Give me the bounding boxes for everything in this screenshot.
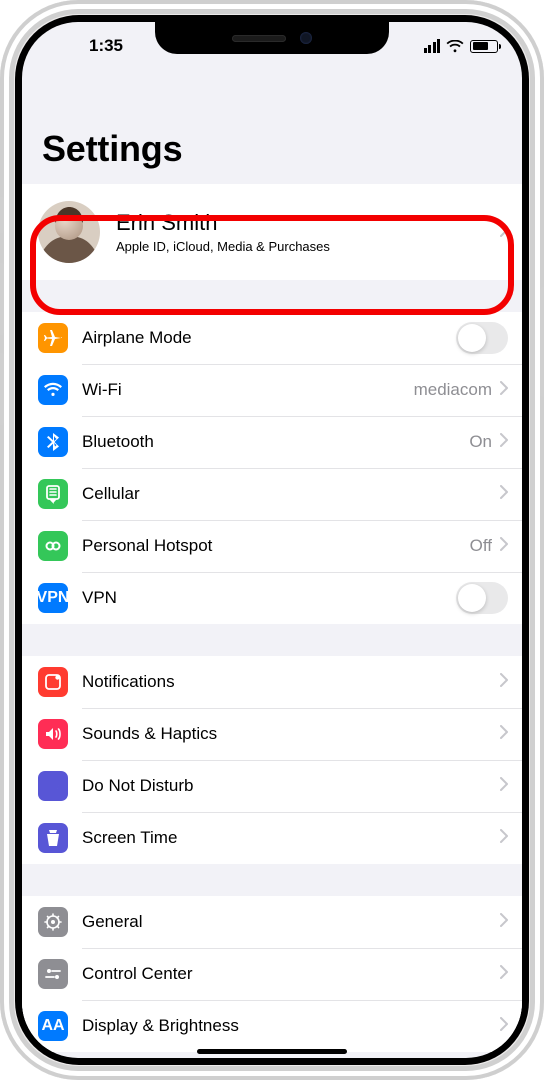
screen: 1:35 Settings	[22, 22, 522, 1058]
vpn-icon: VPN	[38, 583, 68, 613]
sounds-icon	[38, 719, 68, 749]
notifications-icon	[38, 667, 68, 697]
chevron-right-icon	[500, 537, 508, 556]
wifi-row[interactable]: Wi-Fi mediacom	[22, 364, 522, 416]
chevron-right-icon	[500, 913, 508, 932]
sounds-row[interactable]: Sounds & Haptics	[22, 708, 522, 760]
chevron-right-icon	[500, 1017, 508, 1036]
status-bar: 1:35	[22, 22, 522, 70]
page-title: Settings	[22, 70, 522, 182]
row-label: Display & Brightness	[82, 1016, 500, 1036]
dnd-icon	[38, 771, 68, 801]
chevron-right-icon	[500, 223, 508, 242]
hotspot-row[interactable]: Personal Hotspot Off	[22, 520, 522, 572]
apple-id-name: Erin Smith	[116, 210, 500, 236]
cellular-row[interactable]: Cellular	[22, 468, 522, 520]
controlcenter-row[interactable]: Control Center	[22, 948, 522, 1000]
focus-group: Notifications Sounds & Haptics Do Not Di…	[22, 656, 522, 864]
row-label: Airplane Mode	[82, 328, 456, 348]
notifications-row[interactable]: Notifications	[22, 656, 522, 708]
wifi-value: mediacom	[414, 380, 492, 400]
display-row[interactable]: AA Display & Brightness	[22, 1000, 522, 1052]
battery-icon	[470, 40, 498, 53]
vpn-row[interactable]: VPN VPN	[22, 572, 522, 624]
chevron-right-icon	[500, 673, 508, 692]
row-label: Wi-Fi	[82, 380, 414, 400]
row-label: Screen Time	[82, 828, 500, 848]
avatar	[38, 201, 100, 263]
status-time: 1:35	[46, 36, 166, 56]
chevron-right-icon	[500, 777, 508, 796]
hotspot-icon	[38, 531, 68, 561]
row-label: Sounds & Haptics	[82, 724, 500, 744]
chevron-right-icon	[500, 965, 508, 984]
row-label: Cellular	[82, 484, 500, 504]
chevron-right-icon	[500, 381, 508, 400]
system-group: General Control Center AA Display & Brig…	[22, 896, 522, 1052]
apple-id-group: Erin Smith Apple ID, iCloud, Media & Pur…	[22, 184, 522, 280]
airplane-icon	[38, 323, 68, 353]
airplane-toggle[interactable]	[456, 322, 508, 354]
device-frame: 1:35 Settings	[0, 0, 544, 1080]
content: Settings	[22, 70, 522, 1058]
wifi-icon	[446, 40, 464, 53]
bluetooth-icon	[38, 427, 68, 457]
hotspot-value: Off	[470, 536, 492, 556]
general-icon	[38, 907, 68, 937]
general-row[interactable]: General	[22, 896, 522, 948]
cellular-icon	[38, 479, 68, 509]
chevron-right-icon	[500, 433, 508, 452]
row-label: Personal Hotspot	[82, 536, 470, 556]
row-label: Do Not Disturb	[82, 776, 500, 796]
row-label: Bluetooth	[82, 432, 469, 452]
cellular-signal-icon	[424, 39, 441, 53]
apple-id-subtitle: Apple ID, iCloud, Media & Purchases	[116, 239, 500, 254]
row-label: General	[82, 912, 500, 932]
chevron-right-icon	[500, 829, 508, 848]
bluetooth-value: On	[469, 432, 492, 452]
apple-id-row[interactable]: Erin Smith Apple ID, iCloud, Media & Pur…	[22, 184, 522, 280]
row-label: Control Center	[82, 964, 500, 984]
row-label: VPN	[82, 588, 456, 608]
wifi-settings-icon	[38, 375, 68, 405]
screentime-row[interactable]: Screen Time	[22, 812, 522, 864]
row-label: Notifications	[82, 672, 500, 692]
home-indicator[interactable]	[197, 1049, 347, 1054]
display-icon: AA	[38, 1011, 68, 1041]
controlcenter-icon	[38, 959, 68, 989]
dnd-row[interactable]: Do Not Disturb	[22, 760, 522, 812]
chevron-right-icon	[500, 725, 508, 744]
airplane-mode-row[interactable]: Airplane Mode	[22, 312, 522, 364]
vpn-toggle[interactable]	[456, 582, 508, 614]
connectivity-group: Airplane Mode Wi-Fi mediacom Bluetooth	[22, 312, 522, 624]
chevron-right-icon	[500, 485, 508, 504]
bluetooth-row[interactable]: Bluetooth On	[22, 416, 522, 468]
screentime-icon	[38, 823, 68, 853]
